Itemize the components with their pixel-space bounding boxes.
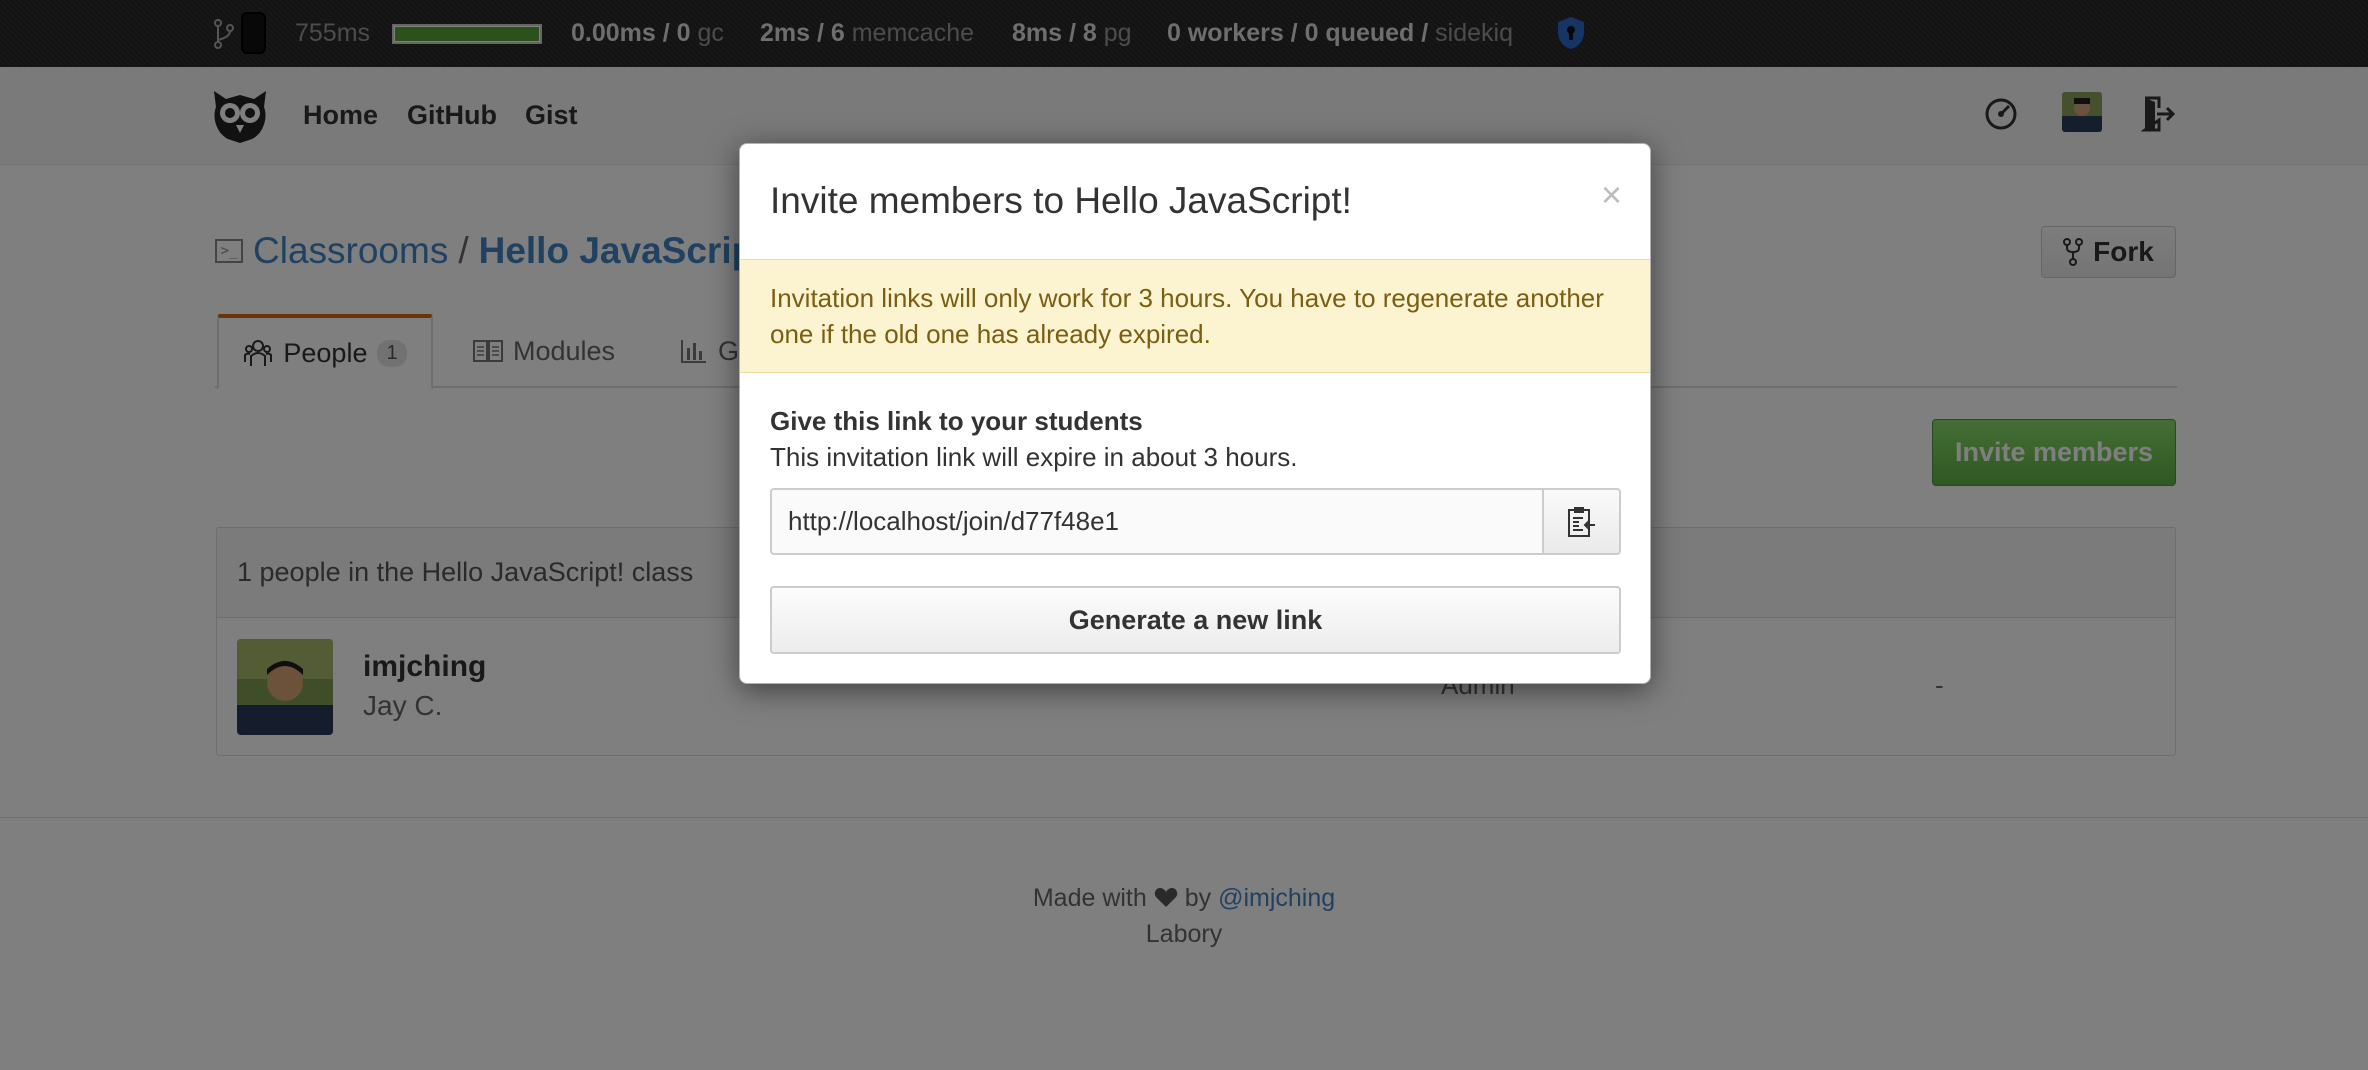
modal-description: This invitation link will expire in abou… <box>770 442 1298 472</box>
modal-subtitle: Give this link to your students <box>770 406 1143 436</box>
invite-link-input[interactable] <box>770 488 1542 555</box>
expiry-warning: Invitation links will only work for 3 ho… <box>740 259 1650 373</box>
modal-title: Invite members to Hello JavaScript! <box>770 180 1352 221</box>
clipboard-icon <box>1567 506 1595 537</box>
invite-modal: Invite members to Hello JavaScript! × In… <box>739 143 1651 684</box>
close-icon[interactable]: × <box>1601 174 1622 216</box>
copy-link-button[interactable] <box>1542 488 1621 555</box>
invite-link-group <box>770 488 1621 555</box>
generate-link-button[interactable]: Generate a new link <box>770 586 1621 654</box>
